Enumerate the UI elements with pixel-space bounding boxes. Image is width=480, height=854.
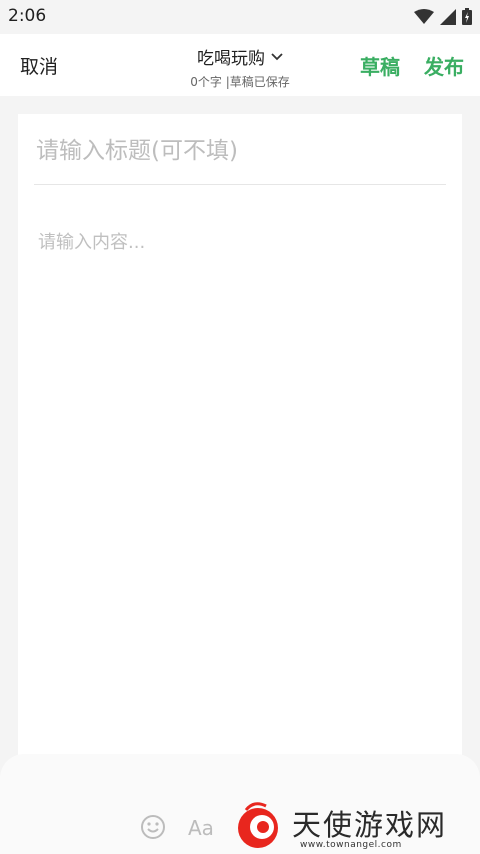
publish-button[interactable]: 发布 <box>424 51 464 80</box>
watermark-logo-icon <box>238 802 278 848</box>
editor-header: 取消 吃喝玩购 0个字 |草稿已保存 草稿 发布 <box>0 34 480 96</box>
category-name: 吃喝玩购 <box>197 49 265 69</box>
content-input[interactable] <box>36 226 448 830</box>
watermark-url: www.townangel.com <box>300 840 402 850</box>
title-divider <box>34 184 446 185</box>
draft-status: 0个字 |草稿已保存 <box>190 75 290 89</box>
emoji-button[interactable] <box>140 814 166 844</box>
status-time: 2:06 <box>8 6 47 26</box>
status-icons <box>414 8 472 25</box>
battery-icon <box>462 8 472 25</box>
category-selector: 吃喝玩购 0个字 |草稿已保存 <box>140 44 340 90</box>
signal-icon <box>440 8 456 25</box>
status-bar: 2:06 <box>0 0 480 34</box>
emoji-icon <box>141 815 165 839</box>
cancel-button[interactable]: 取消 <box>20 52 58 79</box>
category-dropdown[interactable]: 吃喝玩购 <box>197 44 283 69</box>
title-input[interactable] <box>34 128 450 174</box>
wifi-icon <box>414 8 434 24</box>
chevron-down-icon <box>271 52 283 60</box>
editor-card <box>18 114 462 854</box>
watermark: 天使游戏网 www.townangel.com <box>226 800 480 854</box>
font-style-button[interactable]: Aa <box>188 816 214 840</box>
watermark-text: 天使游戏网 <box>292 808 448 842</box>
draft-button[interactable]: 草稿 <box>360 51 400 80</box>
font-style-label: Aa <box>188 816 214 840</box>
